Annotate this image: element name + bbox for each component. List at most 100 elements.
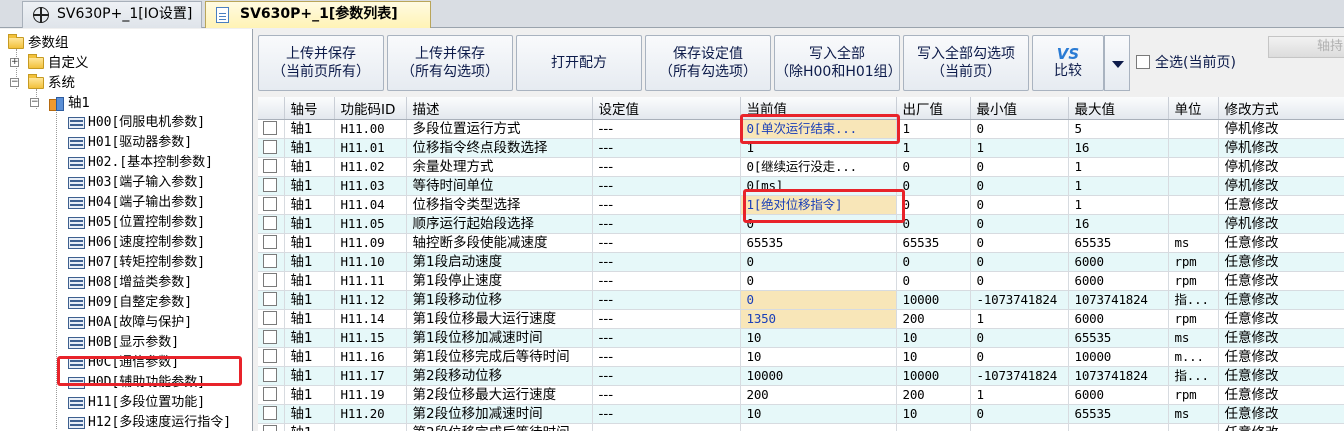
row-checkbox[interactable]	[263, 158, 277, 173]
table-row[interactable]: 轴1 H11.16 第1段位移完成后等待时间 --- 10 10 0 10000 m... 任意修…	[258, 347, 1344, 367]
table-cell[interactable]: ---	[592, 195, 741, 215]
table-cell[interactable]: ---	[592, 119, 741, 139]
column-header[interactable]: 设定值	[592, 97, 741, 120]
column-header[interactable]: 最小值	[970, 97, 1069, 120]
table-cell[interactable]: ---	[592, 138, 741, 158]
table-cell[interactable]: 200	[740, 385, 897, 405]
table-cell[interactable]: 0	[740, 252, 897, 272]
row-select-cell[interactable]	[258, 252, 285, 272]
table-row[interactable]: 轴1 H11.02 余量处理方式 --- 0[继续运行没走... 0 0 1 停机修改	[258, 157, 1344, 177]
select-all-current-page-checkbox[interactable]: 全选(当前页)	[1136, 53, 1236, 73]
row-checkbox[interactable]	[263, 272, 277, 287]
row-select-cell[interactable]	[258, 214, 285, 234]
row-checkbox[interactable]	[263, 405, 277, 420]
row-select-cell[interactable]	[258, 271, 285, 291]
row-select-cell[interactable]	[258, 119, 285, 139]
row-checkbox[interactable]	[263, 329, 277, 344]
table-cell[interactable]: ---	[592, 366, 741, 386]
table-cell[interactable]	[740, 423, 897, 431]
table-row[interactable]: 轴1 H11.12 第1段移动位移 --- 0 10000 -1073741824 10737…	[258, 290, 1344, 310]
compare-dropdown-arrow-icon[interactable]	[1104, 35, 1130, 91]
collapse-minus-icon[interactable]: −	[10, 78, 19, 87]
row-checkbox[interactable]	[263, 291, 277, 306]
table-cell[interactable]: ---	[592, 214, 741, 234]
upload-save-checked-button[interactable]: 上传并保存 （所有勾选项）	[387, 35, 513, 91]
table-row[interactable]: 轴1 H11.19 第2段位移最大运行速度 --- 200 200 1 6000 rpm 任意修改	[258, 385, 1344, 405]
row-checkbox[interactable]	[263, 177, 277, 192]
table-cell[interactable]: 1350	[740, 309, 897, 329]
row-checkbox[interactable]	[263, 253, 277, 268]
row-select-cell[interactable]	[258, 233, 285, 253]
table-cell[interactable]: 65535	[740, 233, 897, 253]
table-cell[interactable]: 0	[740, 271, 897, 291]
table-cell[interactable]: ---	[592, 347, 741, 367]
table-row[interactable]: 轴1 H11.20 第2段位移加减速时间 --- 10 10 0 65535 ms 任意修改	[258, 404, 1344, 424]
table-cell[interactable]	[592, 423, 741, 431]
table-row[interactable]: 轴1 H11.15 第1段位移加减速时间 --- 10 10 0 65535 ms 任意修改	[258, 328, 1344, 348]
row-select-cell[interactable]	[258, 309, 285, 329]
row-select-cell[interactable]	[258, 404, 285, 424]
table-cell[interactable]: 0	[740, 290, 897, 310]
table-cell[interactable]: ---	[592, 157, 741, 177]
column-header[interactable]	[258, 97, 285, 120]
table-row[interactable]: 轴1 H11.17 第2段移动位移 --- 10000 10000 -1073741824 1…	[258, 366, 1344, 386]
table-cell[interactable]: 10	[740, 404, 897, 424]
write-all-checked-button[interactable]: 写入全部勾选项 （当前页）	[903, 35, 1029, 91]
table-cell[interactable]: ---	[592, 328, 741, 348]
table-row[interactable]: 轴1 H11.14 第1段位移最大运行速度 --- 1350 200 1 6000 rpm 任意修…	[258, 309, 1344, 329]
table-cell[interactable]: 10	[740, 328, 897, 348]
column-header[interactable]: 描述	[406, 97, 593, 120]
table-cell[interactable]: ---	[592, 271, 741, 291]
row-checkbox[interactable]	[263, 386, 277, 401]
table-row[interactable]: 轴1 H11.10 第1段启动速度 --- 0 0 0 6000 rpm 任意修改	[258, 252, 1344, 272]
row-select-cell[interactable]	[258, 347, 285, 367]
row-checkbox[interactable]	[263, 139, 277, 154]
row-select-cell[interactable]	[258, 195, 285, 215]
row-checkbox[interactable]	[263, 120, 277, 135]
write-all-button[interactable]: 写入全部 （除H00和H01组）	[774, 35, 902, 91]
column-header[interactable]: 轴号	[284, 97, 335, 120]
column-header[interactable]: 修改方式	[1218, 97, 1344, 120]
table-cell[interactable]: ---	[592, 404, 741, 424]
table-cell[interactable]: 10	[740, 347, 897, 367]
table-cell[interactable]: 0[继续运行没走...	[740, 157, 897, 177]
row-checkbox[interactable]	[263, 215, 277, 230]
upload-save-current-page-button[interactable]: 上传并保存 （当前页所有）	[258, 35, 384, 91]
tab-parameter-list[interactable]: SV630P+_1[参数列表]	[205, 1, 431, 28]
table-cell[interactable]: ---	[592, 385, 741, 405]
row-checkbox[interactable]	[263, 348, 277, 363]
open-recipe-button[interactable]: 打开配方	[516, 35, 642, 91]
row-select-cell[interactable]	[258, 385, 285, 405]
table-cell[interactable]: 10000	[740, 366, 897, 386]
row-select-cell[interactable]	[258, 423, 285, 431]
column-header[interactable]: 功能码ID	[334, 97, 407, 120]
row-checkbox[interactable]	[263, 234, 277, 249]
table-cell[interactable]: ---	[592, 176, 741, 196]
row-checkbox[interactable]	[263, 424, 277, 431]
collapse-minus-icon[interactable]: −	[30, 98, 39, 107]
row-select-cell[interactable]	[258, 290, 285, 310]
table-cell[interactable]: ---	[592, 290, 741, 310]
row-select-cell[interactable]	[258, 157, 285, 177]
row-select-cell[interactable]	[258, 366, 285, 386]
column-header[interactable]: 最大值	[1068, 97, 1169, 120]
row-select-cell[interactable]	[258, 176, 285, 196]
row-checkbox[interactable]	[263, 310, 277, 325]
axis-switch-button[interactable]: 轴持	[1268, 36, 1344, 58]
compare-button[interactable]: VS 比较	[1032, 35, 1104, 91]
tab-io-settings[interactable]: SV630P+_1[IO设置]	[22, 1, 202, 28]
row-select-cell[interactable]	[258, 328, 285, 348]
row-checkbox[interactable]	[263, 367, 277, 382]
table-row[interactable]: 轴1 第2段位移完成后等待时间 任意修改	[258, 423, 1344, 431]
table-cell[interactable]: ---	[592, 309, 741, 329]
table-row[interactable]: 轴1 H11.11 第1段停止速度 --- 0 0 0 6000 rpm 任意修改	[258, 271, 1344, 291]
save-setting-value-button[interactable]: 保存设定值 （所有勾选项）	[645, 35, 771, 91]
table-row[interactable]: 轴1 H11.09 轴控断多段使能减速度 --- 65535 65535 0 65535 ms 任…	[258, 233, 1344, 253]
expand-plus-icon[interactable]: +	[10, 58, 19, 67]
column-header[interactable]: 出厂值	[896, 97, 971, 120]
row-select-cell[interactable]	[258, 138, 285, 158]
column-header[interactable]: 单位	[1168, 97, 1219, 120]
table-cell[interactable]: ---	[592, 233, 741, 253]
table-cell[interactable]: ---	[592, 252, 741, 272]
row-checkbox[interactable]	[263, 196, 277, 211]
